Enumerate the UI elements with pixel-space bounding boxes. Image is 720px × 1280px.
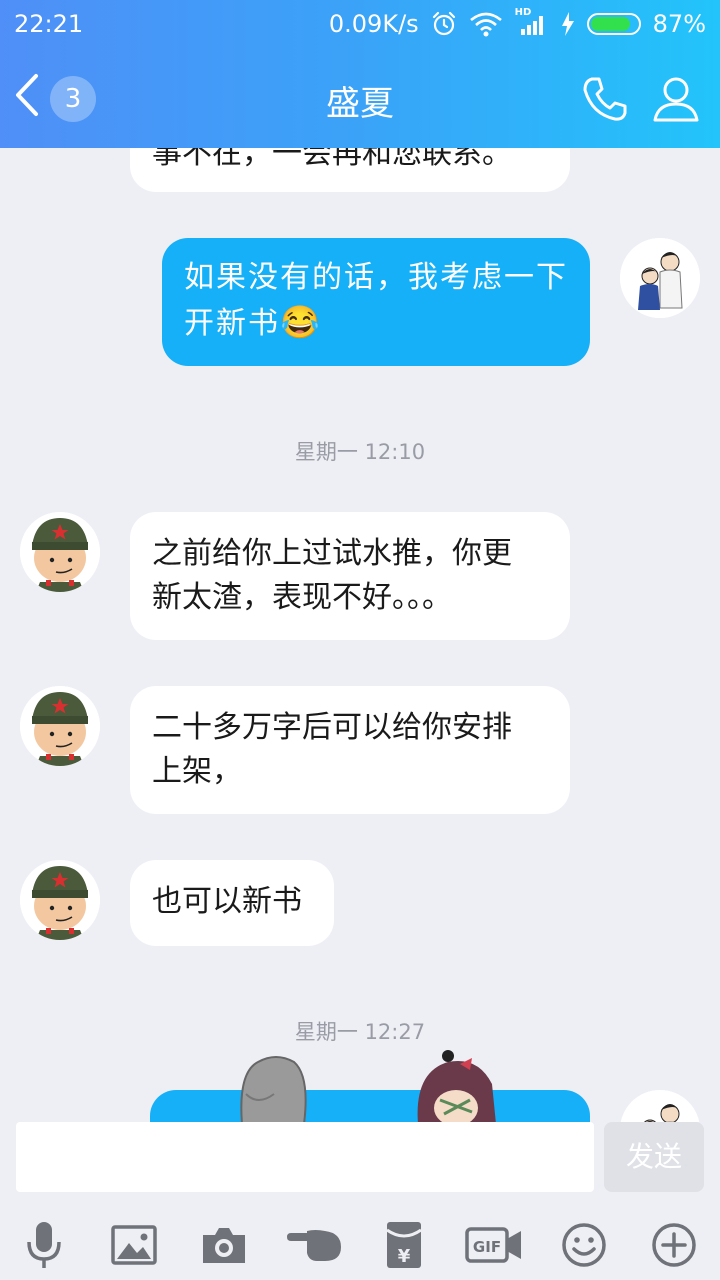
person-icon <box>653 77 699 122</box>
emoji-icon <box>562 1223 606 1267</box>
battery-icon <box>586 13 641 35</box>
chat-header: 22:21 0.09K/s HD 87% 3 盛夏 <box>0 0 720 148</box>
timestamp: 星期一 12:27 <box>294 1020 426 1044</box>
message-line: 新太渣，表现不好。。。 <box>152 580 452 615</box>
status-bar: 22:21 0.09K/s HD 87% <box>0 0 720 50</box>
message-line: 如果没有的话，我考虑一下 <box>184 260 568 295</box>
voice-button[interactable] <box>14 1216 74 1274</box>
image-button[interactable] <box>104 1216 164 1274</box>
soldier-avatar-image <box>20 860 100 940</box>
poke-button[interactable] <box>284 1216 344 1274</box>
red-packet-button[interactable]: ¥ <box>374 1216 434 1274</box>
nav-bar: 3 盛夏 <box>0 50 720 148</box>
message-bubble[interactable]: 之前给你上过试水推，你更 新太渣，表现不好。。。 <box>130 512 570 640</box>
my-avatar[interactable] <box>620 1090 700 1122</box>
send-button[interactable]: 发送 <box>604 1122 704 1192</box>
my-avatar[interactable] <box>620 238 700 318</box>
message-bubble[interactable]: 事不在，一会再和您联系。 <box>130 148 570 192</box>
contact-avatar[interactable] <box>20 512 100 592</box>
soldier-avatar-image <box>20 686 100 766</box>
gif-label: GIF <box>473 1238 501 1256</box>
couple-avatar-image <box>620 1090 700 1122</box>
message-line: 之前给你上过试水推，你更 <box>152 536 512 571</box>
network-speed: 0.09K/s <box>328 10 419 38</box>
battery-fill <box>590 17 631 31</box>
message-text: 事不在，一会再和您联系。 <box>152 148 512 171</box>
call-button[interactable] <box>580 74 630 128</box>
sticker-anime-girl <box>417 1050 496 1122</box>
red-packet-icon: ¥ <box>386 1222 422 1268</box>
message-line: 二十多万字后可以给你安排 <box>152 710 512 745</box>
phone-icon <box>583 77 627 121</box>
camera-button[interactable] <box>194 1216 254 1274</box>
message-line: 开新书😂 <box>184 303 322 341</box>
yuan-symbol: ¥ <box>398 1246 411 1267</box>
cell-signal: HD <box>515 7 549 37</box>
message-bubble[interactable]: 如果没有的话，我考虑一下 开新书😂 <box>162 238 590 366</box>
contact-avatar[interactable] <box>20 860 100 940</box>
message-bubble[interactable]: 二十多万字后可以给你安排 上架， <box>130 686 570 814</box>
plus-icon <box>652 1223 696 1267</box>
microphone-icon <box>27 1222 61 1268</box>
message-bubble[interactable] <box>150 1090 590 1122</box>
profile-button[interactable] <box>652 74 700 128</box>
emoji-button[interactable] <box>554 1216 614 1274</box>
message-text: 也可以新书 <box>152 884 302 919</box>
soldier-avatar-image <box>20 512 100 592</box>
gif-icon: GIF <box>465 1227 521 1263</box>
laughing-emoji: 😂 <box>280 303 322 341</box>
camera-icon <box>203 1228 245 1263</box>
more-button[interactable] <box>644 1216 704 1274</box>
status-time: 22:21 <box>14 10 84 38</box>
status-right: 0.09K/s HD 87% <box>328 7 706 38</box>
timestamp: 星期一 12:10 <box>294 440 426 464</box>
message-bubble[interactable]: 也可以新书 <box>130 860 334 946</box>
message-line: 上架， <box>152 754 242 789</box>
couple-avatar-image <box>620 238 700 318</box>
battery-percent: 87% <box>652 10 706 38</box>
wifi-icon <box>469 12 502 37</box>
poke-icon <box>287 1230 341 1261</box>
input-toolbar: ¥ GIF <box>0 1212 720 1278</box>
gif-button[interactable]: GIF <box>464 1216 524 1274</box>
contact-avatar[interactable] <box>20 686 100 766</box>
message-list[interactable]: 事不在，一会再和您联系。 如果没有的话，我考虑一下 开新书😂 星期一 12:10 <box>0 148 720 1122</box>
message-input[interactable] <box>16 1122 594 1192</box>
charging-icon <box>561 12 574 36</box>
sticker-gray-figure <box>240 1056 307 1122</box>
input-area: 发送 ¥ GIF <box>0 1122 720 1280</box>
signal-icon <box>520 16 543 35</box>
alarm-icon <box>432 11 455 36</box>
image-icon <box>111 1225 157 1265</box>
